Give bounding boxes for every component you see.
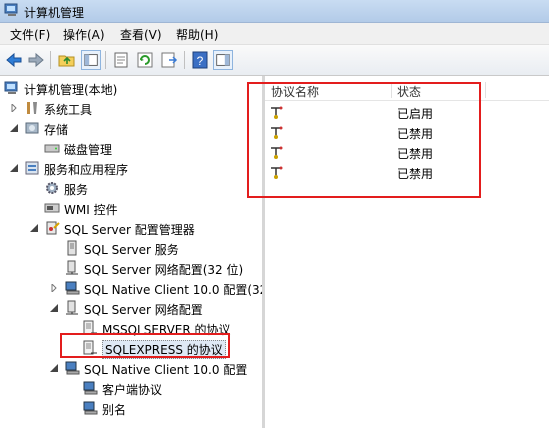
show-action-pane-icon[interactable] bbox=[213, 50, 233, 70]
console-tree: 计算机管理(本地) 系统工具 存储 磁盘管理 服务和应用程序 服务 WMI 控件… bbox=[0, 76, 267, 428]
svg-text:?: ? bbox=[197, 54, 204, 68]
properties-icon[interactable] bbox=[111, 50, 131, 70]
help-icon[interactable]: ? bbox=[190, 50, 210, 70]
menu-help[interactable]: 帮助(H) bbox=[176, 26, 218, 43]
tree-label: SQL Server 服务 bbox=[84, 243, 179, 257]
back-arrow-icon[interactable] bbox=[4, 50, 24, 70]
tree-label: WMI 控件 bbox=[64, 203, 118, 217]
tree-label: SQL Native Client 10.0 配置 bbox=[84, 363, 248, 377]
expand-arrow-icon[interactable] bbox=[10, 104, 18, 112]
highlight-box-selected-node bbox=[60, 333, 230, 358]
title-bar: 计算机管理 bbox=[0, 0, 549, 23]
forward-arrow-icon[interactable] bbox=[26, 50, 46, 70]
column-divider[interactable] bbox=[485, 82, 486, 98]
collapse-arrow-icon[interactable] bbox=[50, 364, 58, 372]
sql-config-manager-icon bbox=[46, 221, 60, 235]
tree-label: SQL Native Client 10.0 配置(32 bbox=[84, 283, 268, 297]
computer-management-icon bbox=[4, 3, 18, 16]
wmi-control-icon bbox=[44, 203, 60, 213]
menu-view[interactable]: 查看(V) bbox=[120, 26, 162, 43]
collapse-arrow-icon[interactable] bbox=[50, 304, 58, 312]
collapse-arrow-icon[interactable] bbox=[10, 164, 18, 172]
menu-action[interactable]: 操作(A) bbox=[63, 26, 105, 43]
services-apps-icon bbox=[25, 161, 39, 175]
expand-arrow-icon[interactable] bbox=[50, 284, 58, 292]
client-computer-icon bbox=[65, 361, 80, 375]
up-folder-icon[interactable] bbox=[57, 50, 77, 70]
tree-label: SQL Server 网络配置 bbox=[84, 303, 203, 317]
highlight-box-list bbox=[247, 82, 481, 198]
tree-label: 服务和应用程序 bbox=[44, 163, 129, 177]
menu-bar: 文件(F) 操作(A) 查看(V) 帮助(H) bbox=[0, 23, 549, 45]
tree-label: 磁盘管理 bbox=[64, 143, 113, 157]
refresh-icon[interactable] bbox=[135, 50, 155, 70]
disk-management-icon bbox=[44, 144, 60, 153]
gear-icon bbox=[46, 182, 58, 194]
client-protocols-icon bbox=[83, 381, 98, 395]
tools-icon bbox=[27, 102, 37, 114]
client-computer-icon bbox=[65, 281, 80, 295]
menu-file[interactable]: 文件(F) bbox=[10, 26, 50, 43]
storage-icon bbox=[25, 122, 39, 134]
collapse-arrow-icon[interactable] bbox=[10, 124, 18, 132]
tree-label: 服务 bbox=[64, 183, 89, 197]
tree-label: SQL Server 配置管理器 bbox=[64, 223, 195, 237]
tree-label: 存储 bbox=[44, 123, 69, 137]
export-list-icon[interactable] bbox=[159, 50, 179, 70]
tree-label: 计算机管理(本地) bbox=[24, 83, 118, 97]
show-hide-tree-icon[interactable] bbox=[81, 50, 101, 70]
tree-label: 系统工具 bbox=[44, 103, 93, 117]
network-config-icon bbox=[66, 300, 78, 315]
tree-label: 客户端协议 bbox=[102, 383, 163, 397]
tree-label: SQL Server 网络配置(32 位) bbox=[84, 263, 244, 277]
collapse-arrow-icon[interactable] bbox=[30, 224, 38, 232]
server-icon bbox=[67, 240, 77, 256]
computer-management-icon bbox=[4, 81, 18, 94]
window-title: 计算机管理 bbox=[24, 6, 85, 20]
tree-label: 别名 bbox=[102, 403, 127, 417]
toolbar: ? bbox=[0, 45, 549, 76]
network-config-icon bbox=[66, 260, 78, 275]
alias-icon bbox=[83, 401, 98, 415]
